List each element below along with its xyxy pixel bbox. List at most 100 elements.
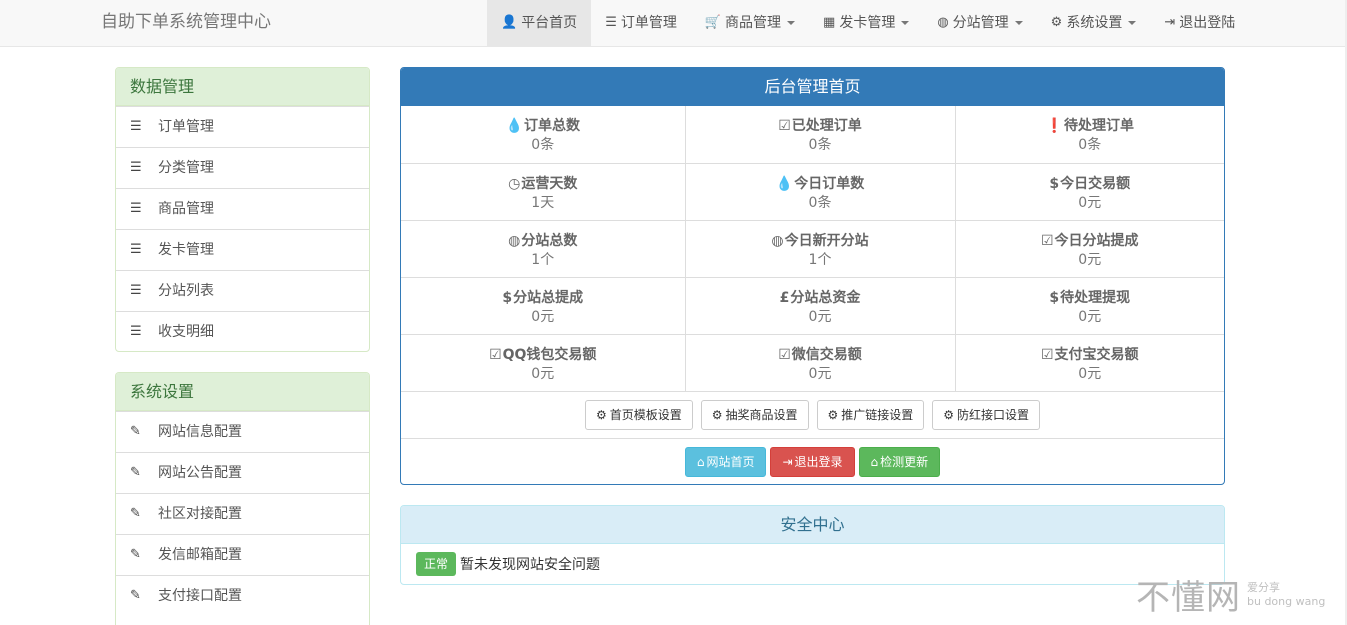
- stat-value: 0元: [808, 365, 832, 382]
- gear-icon: ⚙: [943, 407, 955, 422]
- sidebar-item-3[interactable]: ✎ 发信邮箱配置: [116, 534, 369, 575]
- list-icon: ☰: [130, 242, 142, 257]
- sidebar-item-label: 社区对接配置: [158, 506, 242, 522]
- stat-cell: ❗待处理订单 0条: [954, 106, 1224, 164]
- stat-value: 0条: [531, 137, 555, 154]
- stat-cell: £分站总资金 0元: [684, 276, 956, 335]
- stat-icon: ◍: [508, 232, 521, 249]
- stat-label: 今日交易额: [1060, 175, 1131, 192]
- sidebar-panel-title: 数据管理: [116, 68, 369, 106]
- logout-button[interactable]: ⇥ 退出登录: [770, 446, 855, 477]
- settings-button-2[interactable]: ⚙ 推广链接设置: [816, 399, 925, 430]
- list-icon: ☰: [130, 160, 142, 175]
- stat-cell: ☑今日分站提成 0元: [954, 219, 1224, 278]
- nav-item-6[interactable]: ⇥ 退出登陆: [1150, 0, 1249, 46]
- edit-icon: ✎: [130, 465, 141, 480]
- sidebar-item-5[interactable]: ☰ 收支明细: [116, 311, 369, 351]
- sidebar-item-0[interactable]: ☰ 订单管理: [116, 106, 369, 147]
- nav-icon: 👤: [501, 15, 518, 30]
- brand-title[interactable]: 自助下单系统管理中心: [101, 0, 271, 46]
- sidebar-item-3[interactable]: ☰ 发卡管理: [116, 229, 369, 270]
- stat-value: 0条: [808, 194, 832, 211]
- sidebar-item-2[interactable]: ☰ 商品管理: [116, 188, 369, 229]
- stat-label: 支付宝交易额: [1054, 346, 1139, 363]
- stats-row: $分站总提成 0元 £分站总资金 0元 $待处理提现 0元: [401, 276, 1224, 335]
- stat-icon: ☑: [1040, 346, 1054, 363]
- sidebar-item-4[interactable]: ☰ 分站列表: [116, 270, 369, 311]
- edit-icon: ✎: [130, 588, 141, 603]
- stat-label: 运营天数: [521, 175, 578, 192]
- sidebar-item-label: 分类管理: [158, 160, 214, 176]
- top-navbar: 自助下单系统管理中心 👤 平台首页 ☰ 订单管理 🛒 商品管理 ▦ 发卡管理 ◍ 分站管理 ⚙ 系统设…: [0, 0, 1347, 47]
- stat-icon: 💧: [505, 118, 523, 135]
- settings-button-0[interactable]: ⚙ 首页模板设置: [584, 399, 693, 430]
- security-body: 正常 暂未发现网站安全问题: [401, 544, 1224, 584]
- watermark-logo-text: 不懂网: [1136, 578, 1241, 618]
- security-message: 暂未发现网站安全问题: [460, 557, 601, 573]
- stat-icon: ☑: [778, 346, 791, 363]
- stat-icon: £: [779, 289, 790, 306]
- sidebar-item-0[interactable]: ✎ 网站信息配置: [116, 411, 369, 452]
- stat-value: 0元: [1078, 365, 1102, 382]
- sidebar-item-label: 支付接口配置: [158, 588, 242, 604]
- stat-cell: ☑已处理订单 0条: [684, 106, 956, 164]
- settings-button-1[interactable]: ⚙ 抽奖商品设置: [700, 399, 809, 430]
- sidebar-item-1[interactable]: ☰ 分类管理: [116, 147, 369, 188]
- stat-cell: ◷运营天数 1天: [401, 162, 686, 221]
- stat-value: 1天: [531, 194, 555, 211]
- stat-label: 待处理提现: [1060, 289, 1131, 306]
- watermark: 不懂网 爱分享 bu dong wang: [1136, 570, 1325, 619]
- nav-item-2[interactable]: 🛒 商品管理: [691, 0, 809, 46]
- stat-cell: ◍今日新开分站 1个: [684, 219, 956, 278]
- gear-icon: ⚙: [711, 407, 723, 422]
- stat-cell: $分站总提成 0元: [401, 276, 686, 335]
- stat-label: 今日分站提成: [1054, 232, 1139, 249]
- stat-label: QQ钱包交易额: [502, 346, 597, 363]
- home-icon: ⌂: [870, 454, 879, 469]
- stat-icon: $: [1049, 175, 1060, 192]
- stat-label: 已处理订单: [791, 118, 862, 135]
- sidebar-item-1[interactable]: ✎ 网站公告配置: [116, 452, 369, 493]
- nav-label: 系统设置: [1066, 15, 1123, 31]
- settings-button-3[interactable]: ⚙ 防红接口设置: [932, 399, 1041, 430]
- stat-icon: ☑: [1040, 232, 1054, 249]
- site-home-button[interactable]: ⌂ 网站首页: [684, 446, 767, 477]
- nav-item-5[interactable]: ⚙ 系统设置: [1037, 0, 1151, 46]
- sidebar-item-4[interactable]: ✎ 支付接口配置: [116, 575, 369, 616]
- edit-icon: ✎: [130, 547, 141, 562]
- stat-icon: 💧: [775, 175, 794, 192]
- sidebar-panel-system: 系统设置 ✎ 网站信息配置 ✎ 网站公告配置 ✎ 社区对接配置 ✎ 发信邮箱配置 ✎ 支付接口配置: [115, 372, 370, 625]
- sidebar-item-label: 商品管理: [158, 201, 214, 217]
- edit-icon: ✎: [130, 424, 141, 439]
- stat-icon: ◷: [508, 175, 521, 192]
- sidebar-item-label: 网站信息配置: [158, 424, 242, 440]
- list-icon: ☰: [130, 119, 142, 134]
- stat-value: 1个: [808, 251, 832, 268]
- nav-item-4[interactable]: ◍ 分站管理: [923, 0, 1036, 46]
- stat-value: 0条: [1078, 137, 1102, 154]
- list-icon: ☰: [130, 324, 142, 339]
- watermark-tagline: 爱分享 bu dong wang: [1247, 580, 1326, 608]
- nav-label: 分站管理: [952, 15, 1009, 31]
- stat-cell: $待处理提现 0元: [954, 276, 1224, 335]
- stat-icon: ☑: [489, 346, 502, 363]
- stat-icon: $: [1049, 289, 1060, 306]
- nav-item-3[interactable]: ▦ 发卡管理: [809, 0, 923, 46]
- main-nav: 👤 平台首页 ☰ 订单管理 🛒 商品管理 ▦ 发卡管理 ◍ 分站管理 ⚙ 系统设置 ⇥ 退出登陆: [487, 0, 1249, 46]
- list-icon: ☰: [130, 283, 142, 298]
- dashboard-panel: 后台管理首页 💧订单总数 0条 ☑已处理订单 0条 ❗待处理订单 0条 ◷运营天数 1天 💧今日…: [400, 67, 1225, 485]
- stat-value: 0元: [808, 308, 832, 325]
- nav-icon: ▦: [823, 15, 836, 30]
- sidebar-item-label: 分站列表: [158, 283, 214, 299]
- sidebar-item-2[interactable]: ✎ 社区对接配置: [116, 493, 369, 534]
- caret-down-icon: [787, 21, 796, 25]
- nav-item-1[interactable]: ☰ 订单管理: [591, 0, 691, 46]
- check-update-button[interactable]: ⌂ 检测更新: [858, 446, 941, 477]
- sidebar-panel-title: 系统设置: [116, 373, 369, 411]
- security-title: 安全中心: [401, 506, 1224, 544]
- nav-item-0[interactable]: 👤 平台首页: [487, 0, 592, 46]
- stat-label: 订单总数: [523, 118, 580, 135]
- stat-label: 待处理订单: [1063, 118, 1134, 135]
- sidebar-item-label: 发卡管理: [158, 242, 214, 258]
- sidebar-item-label: 发信邮箱配置: [158, 547, 242, 563]
